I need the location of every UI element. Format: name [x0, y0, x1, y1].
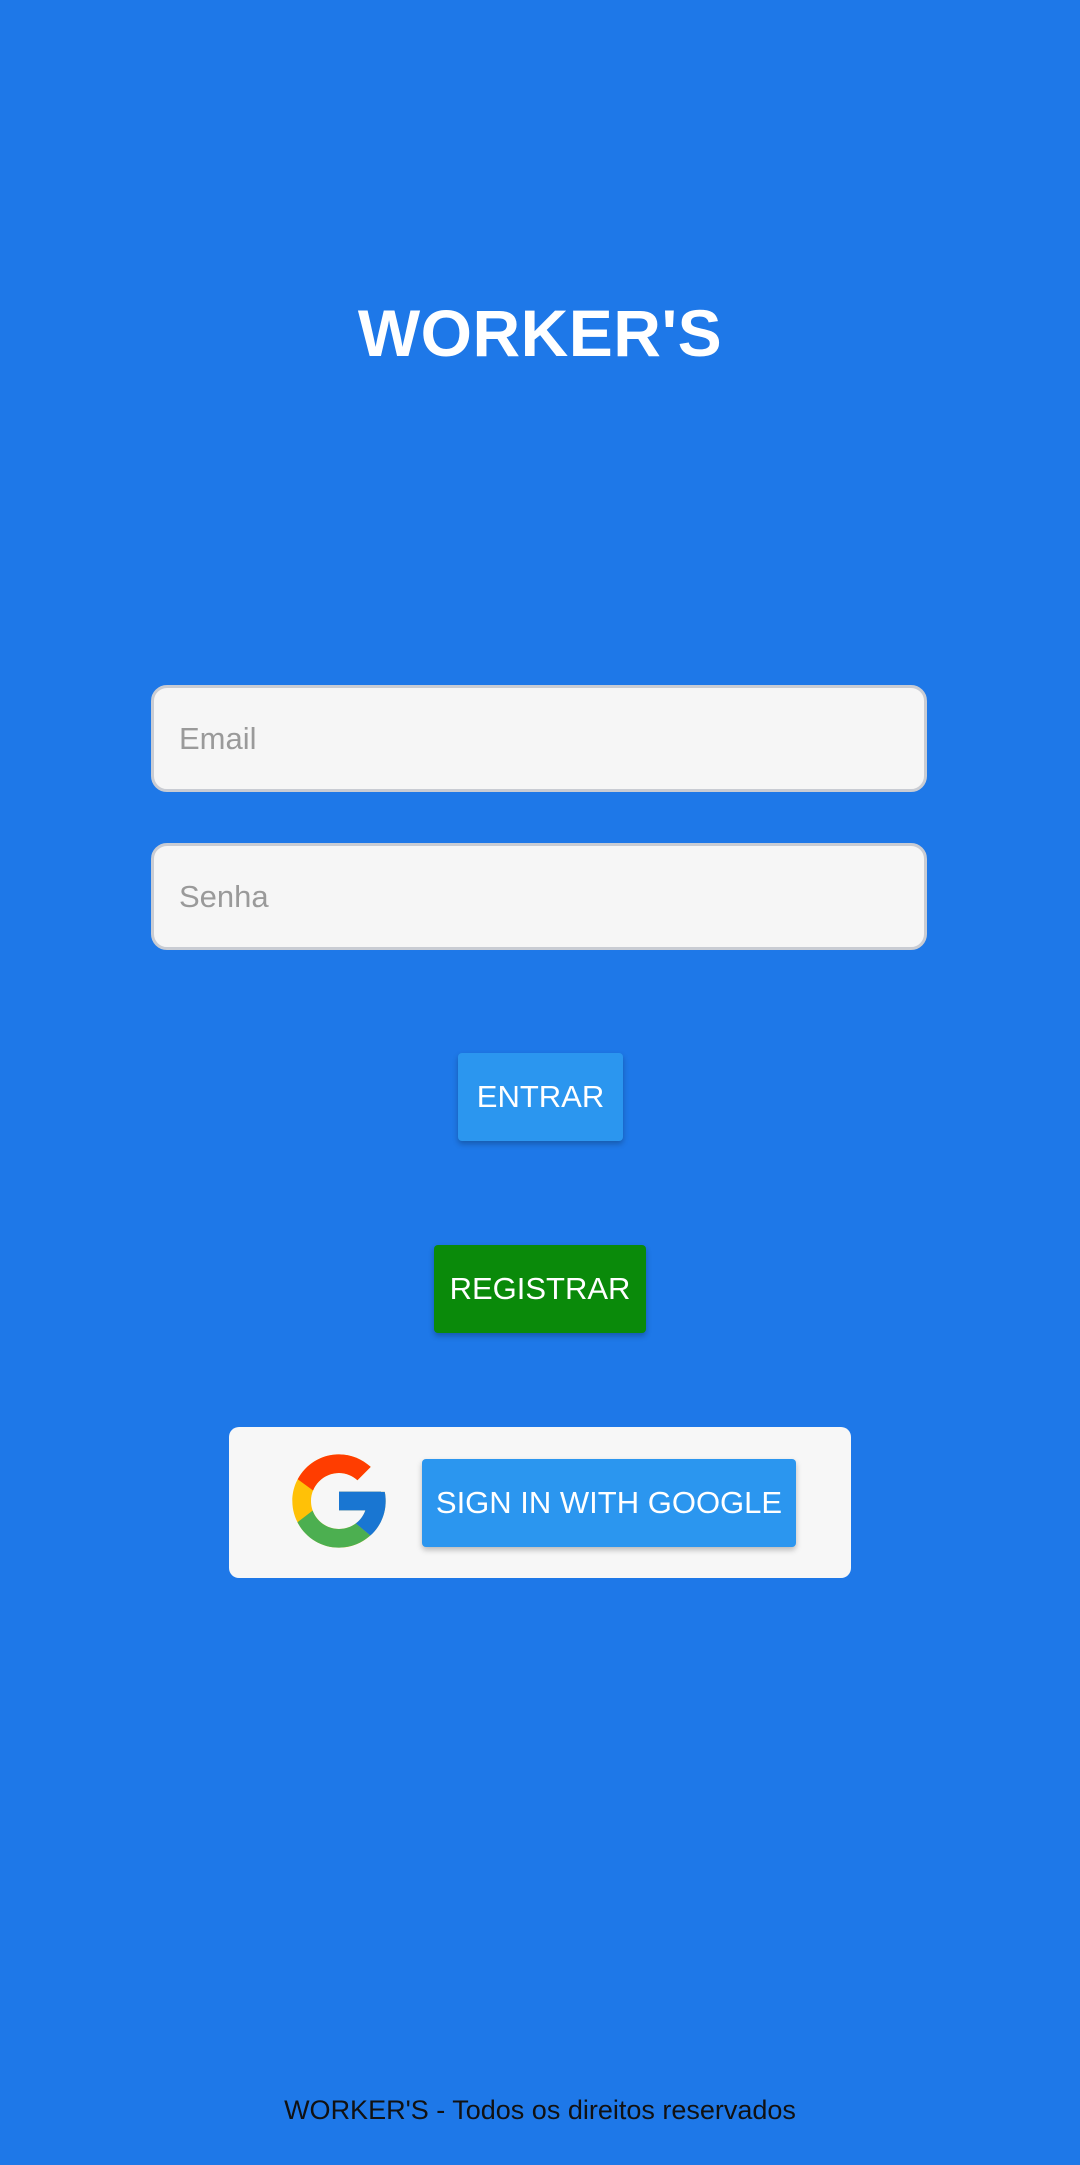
enter-button[interactable]: ENTRAR — [458, 1053, 623, 1141]
register-button[interactable]: REGISTRAR — [434, 1245, 646, 1333]
google-g-logo-icon — [292, 1454, 386, 1548]
email-field[interactable] — [151, 685, 927, 792]
app-title: WORKER'S — [357, 296, 723, 370]
footer-copyright: WORKER'S - Todos os direitos reservados — [284, 2095, 796, 2125]
google-signin-card: SIGN IN WITH GOOGLE — [229, 1427, 851, 1578]
google-signin-button[interactable]: SIGN IN WITH GOOGLE — [422, 1459, 796, 1547]
password-field[interactable] — [151, 843, 927, 950]
